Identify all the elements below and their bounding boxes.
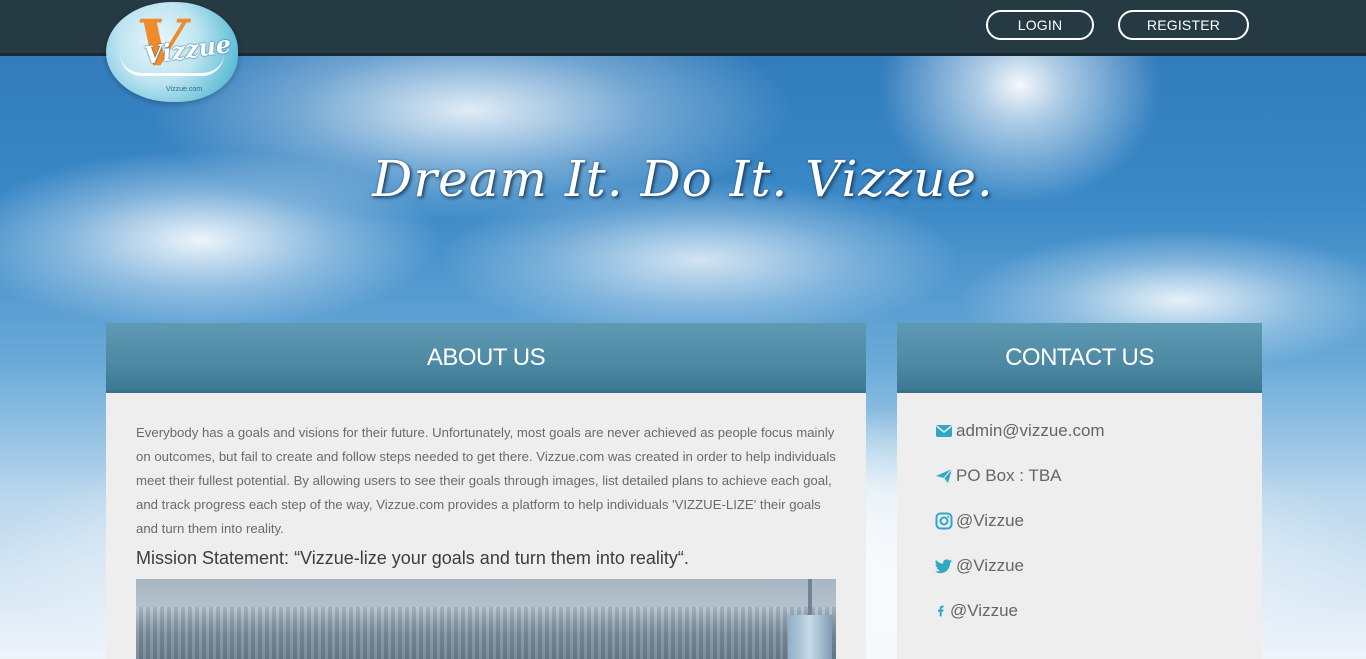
contact-email[interactable]: admin@vizzue.com [935,421,1235,466]
tower-spire [808,579,812,617]
hero-tagline: Dream It. Do It. Vizzue. [372,150,994,208]
paper-plane-icon [936,468,953,483]
contact-twitter-label: @Vizzue [956,556,1024,575]
vizzue-logo[interactable]: V Vizzue Vizzue.com [106,2,238,102]
contact-twitter[interactable]: @Vizzue [935,556,1235,601]
twitter-icon [935,559,952,574]
contact-email-label: admin@vizzue.com [956,421,1105,440]
city-haze [136,607,836,659]
login-button[interactable]: LOGIN [986,10,1094,40]
contact-po-box: PO Box : TBA [935,466,1235,511]
contact-facebook[interactable]: @Vizzue [935,601,1235,646]
tower-building [788,615,832,659]
contact-list: admin@vizzue.com PO Box : TBA @Vizzue @V… [935,421,1235,646]
instagram-icon [935,512,953,530]
about-us-body: Everybody has a goals and visions for th… [136,425,836,536]
contact-instagram[interactable]: @Vizzue [935,511,1235,556]
mission-statement: Mission Statement: “Vizzue-lize your goa… [136,548,689,568]
logo-small-text: Vizzue.com [166,86,203,93]
register-button[interactable]: REGISTER [1118,10,1249,40]
envelope-icon [936,425,952,437]
contact-us-heading: CONTACT US [897,323,1262,393]
contact-po-box-label: PO Box : TBA [956,466,1062,485]
city-skyline-image [136,579,836,659]
facebook-icon [938,605,944,617]
contact-us-panel: CONTACT US admin@vizzue.com PO Box : TBA… [897,323,1262,659]
about-us-heading: ABOUT US [106,323,866,393]
contact-facebook-label: @Vizzue [950,601,1018,620]
about-us-panel: ABOUT US Everybody has a goals and visio… [106,323,866,659]
contact-instagram-label: @Vizzue [956,511,1024,530]
